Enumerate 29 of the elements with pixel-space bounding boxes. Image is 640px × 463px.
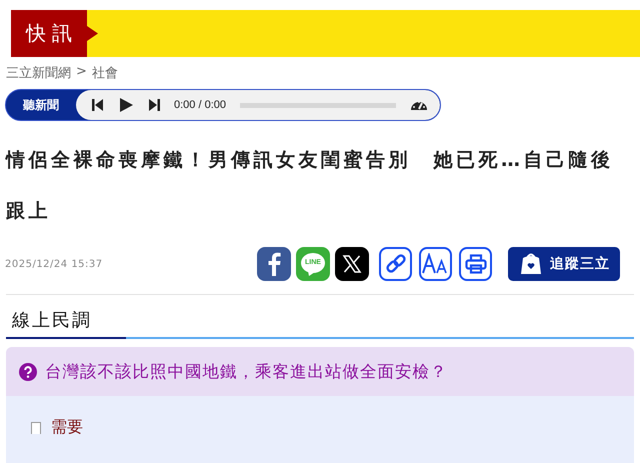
player-label: 聽新聞 [22, 96, 60, 114]
breadcrumb-link[interactable]: 社會 [92, 64, 118, 85]
facebook-share-button[interactable] [257, 247, 291, 281]
poll-question: 台灣該不該比照中國地鐵，乘客進出站做全面安檢？ [45, 360, 448, 382]
x-share-button[interactable] [335, 247, 369, 281]
play-icon[interactable] [118, 97, 134, 113]
bag-icon [520, 252, 542, 276]
option-label[interactable]: 需要 [51, 417, 83, 438]
font-size-icon [422, 253, 450, 275]
print-button[interactable] [459, 247, 492, 281]
link-icon [384, 253, 406, 275]
article-headline: 情侶全裸命喪摩鐵！男傳訊女友閨蜜告別 她已死…自己隨後跟上 [4, 148, 614, 224]
playback-time: 0:00 / 0:00 [174, 99, 226, 111]
breadcrumb-separator: > [76, 64, 87, 81]
facebook-icon [266, 252, 282, 276]
section-title: 線上民調 [11, 310, 92, 331]
option-checkbox[interactable] [31, 422, 41, 434]
flash-label: 快 訊 [11, 10, 98, 57]
x-logo-icon [342, 254, 362, 274]
font-size-button[interactable] [419, 247, 452, 281]
printer-icon [464, 254, 486, 274]
question-icon [19, 362, 37, 380]
speech-bubble-icon [300, 252, 326, 276]
publish-date: 2025/12/24 15:37 [5, 258, 103, 270]
copy-link-button[interactable] [379, 247, 412, 281]
breadcrumb-link[interactable]: 三立新聞網 [6, 64, 71, 85]
follow-button[interactable]: 追蹤三立 [508, 247, 620, 281]
next-icon[interactable] [148, 98, 162, 112]
previous-icon[interactable] [90, 98, 104, 112]
